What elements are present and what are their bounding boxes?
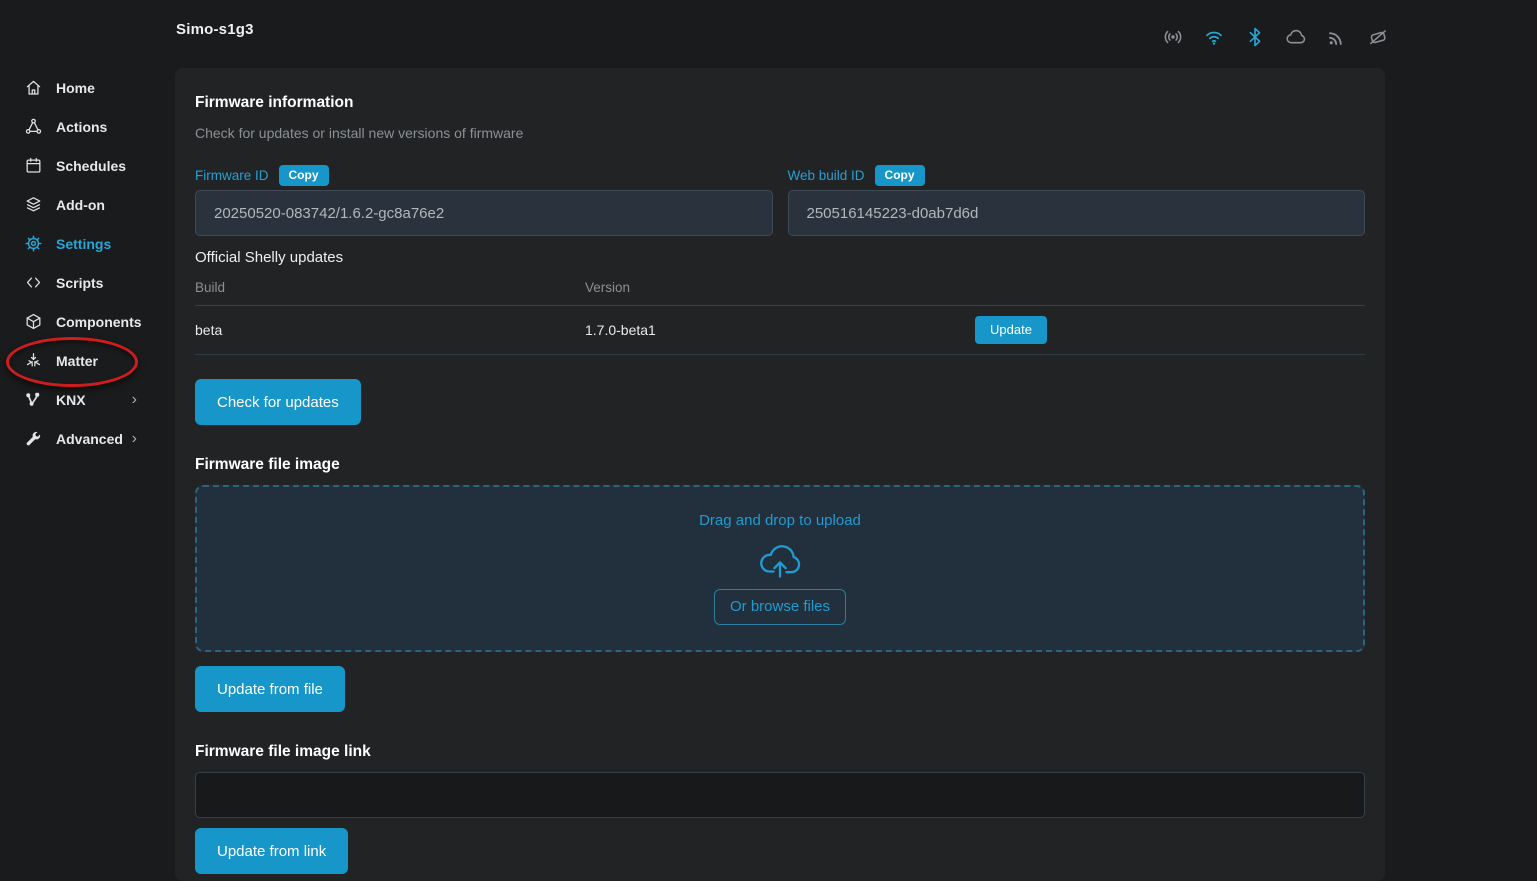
official-updates-title: Official Shelly updates (195, 249, 1365, 266)
table-row: beta 1.7.0-beta1 Update (195, 306, 1365, 355)
sidebar-item-label: Actions (56, 119, 107, 135)
sidebar-item-label: Add-on (56, 197, 105, 213)
knx-icon (24, 390, 43, 409)
sidebar-item-label: Advanced (56, 431, 123, 447)
scripts-icon (24, 273, 43, 292)
settings-icon (24, 234, 43, 253)
sidebar-item-label: KNX (56, 392, 86, 408)
access-point-icon (1162, 26, 1184, 48)
addon-icon (24, 195, 43, 214)
firmware-info-title: Firmware information (195, 94, 1365, 112)
file-dropzone[interactable]: Drag and drop to upload Or browse files (195, 485, 1365, 652)
matter-icon (24, 351, 43, 370)
firmware-id-copy-button[interactable]: Copy (279, 165, 329, 186)
cloud-icon (1285, 26, 1307, 48)
update-beta-button[interactable]: Update (975, 316, 1047, 344)
sidebar-item-advanced[interactable]: Advanced › (0, 419, 175, 458)
firmware-id-field: Firmware ID Copy 20250520-083742/1.6.2-g… (195, 164, 773, 236)
sidebar-item-home[interactable]: Home (0, 68, 175, 107)
updates-table: Build Version beta 1.7.0-beta1 Update (195, 270, 1365, 355)
firmware-info-subtitle: Check for updates or install new version… (195, 125, 1365, 141)
firmware-id-label: Firmware ID (195, 168, 269, 183)
check-for-updates-button[interactable]: Check for updates (195, 379, 361, 425)
actions-icon (24, 117, 43, 136)
web-build-id-field: Web build ID Copy 250516145223-d0ab7d6d (788, 164, 1366, 236)
sidebar-item-knx[interactable]: KNX › (0, 380, 175, 419)
firmware-settings-panel: Firmware information Check for updates o… (175, 68, 1385, 881)
update-from-link-button[interactable]: Update from link (195, 828, 348, 874)
mqtt-icon (1326, 26, 1348, 48)
col-version: Version (585, 280, 975, 295)
updates-table-header: Build Version (195, 270, 1365, 306)
sidebar-item-scripts[interactable]: Scripts (0, 263, 175, 302)
topbar: Simo-s1g3 (0, 0, 1537, 62)
sidebar-item-label: Components (56, 314, 142, 330)
sidebar-item-label: Settings (56, 236, 111, 252)
sidebar-item-components[interactable]: Components (0, 302, 175, 341)
web-build-id-label: Web build ID (788, 168, 865, 183)
web-build-id-value: 250516145223-d0ab7d6d (788, 190, 1366, 236)
bluetooth-icon (1244, 26, 1266, 48)
web-build-id-copy-button[interactable]: Copy (875, 165, 925, 186)
chevron-right-icon: › (132, 392, 137, 408)
col-build: Build (195, 280, 585, 295)
home-icon (24, 78, 43, 97)
sidebar-item-label: Home (56, 80, 95, 96)
schedules-icon (24, 156, 43, 175)
sidebar-item-addon[interactable]: Add-on (0, 185, 175, 224)
firmware-file-image-title: Firmware file image (195, 456, 1365, 474)
browse-files-button[interactable]: Or browse files (714, 589, 846, 625)
wifi-icon (1203, 26, 1225, 48)
sidebar-item-settings[interactable]: Settings (0, 224, 175, 263)
firmware-link-title: Firmware file image link (195, 743, 1365, 761)
chevron-right-icon: › (132, 431, 137, 447)
version-cell: 1.7.0-beta1 (585, 322, 975, 338)
build-cell: beta (195, 322, 585, 338)
sidebar-item-schedules[interactable]: Schedules (0, 146, 175, 185)
sidebar: Home Actions Schedules Add-on Settings (0, 62, 175, 881)
id-fields: Firmware ID Copy 20250520-083742/1.6.2-g… (195, 164, 1365, 236)
dropzone-label: Drag and drop to upload (699, 512, 861, 529)
update-from-file-button[interactable]: Update from file (195, 666, 345, 712)
sidebar-item-label: Scripts (56, 275, 103, 291)
sidebar-item-matter[interactable]: Matter (0, 341, 175, 380)
upload-cloud-icon (755, 538, 805, 580)
firmware-id-value: 20250520-083742/1.6.2-gc8a76e2 (195, 190, 773, 236)
disabled-feature-icon (1367, 26, 1389, 48)
advanced-icon (24, 429, 43, 448)
firmware-link-input[interactable] (195, 772, 1365, 818)
sidebar-item-label: Schedules (56, 158, 126, 174)
status-icons (1162, 26, 1389, 48)
sidebar-item-label: Matter (56, 353, 98, 369)
sidebar-item-actions[interactable]: Actions (0, 107, 175, 146)
device-name: Simo-s1g3 (176, 21, 254, 38)
components-icon (24, 312, 43, 331)
